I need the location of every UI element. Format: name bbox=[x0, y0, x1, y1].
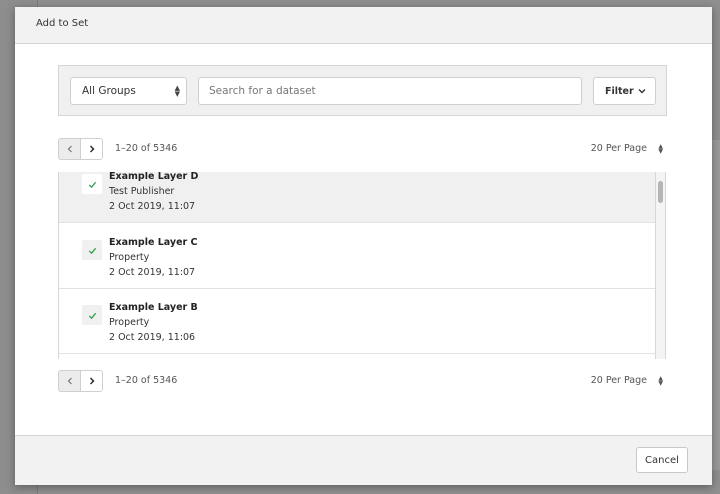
filter-button[interactable]: Filter bbox=[593, 77, 656, 105]
next-page-button[interactable] bbox=[80, 370, 103, 392]
dataset-date: 2 Oct 2019, 11:07 bbox=[109, 267, 196, 278]
filter-label: Filter bbox=[605, 86, 634, 97]
check-icon bbox=[88, 181, 96, 188]
search-panel: All Groups ▲▼ Filter bbox=[58, 65, 667, 116]
background-page-edge bbox=[712, 140, 720, 470]
chevron-right-icon bbox=[89, 377, 94, 385]
group-select[interactable]: All Groups ▲ ▼ bbox=[70, 77, 187, 105]
check-icon bbox=[88, 312, 96, 319]
dataset-name: Example Layer D bbox=[109, 172, 199, 182]
dataset-publisher: Property bbox=[109, 317, 150, 328]
dataset-publisher: Property bbox=[109, 252, 150, 263]
per-page-select[interactable]: 20 Per Page bbox=[591, 375, 647, 386]
dialog-header: Add to Set bbox=[15, 7, 712, 44]
dataset-search-input[interactable] bbox=[198, 77, 582, 105]
page-range: 1–20 of 5346 bbox=[115, 143, 178, 154]
prev-page-button[interactable] bbox=[58, 370, 81, 392]
dataset-checkbox[interactable] bbox=[82, 240, 102, 260]
cancel-button[interactable]: Cancel bbox=[636, 447, 688, 473]
add-to-set-dialog: Add to Set All Groups ▲▼ Filter 1–20 of … bbox=[15, 7, 712, 485]
sort-arrows-icon: ▲ ▼ bbox=[658, 375, 663, 387]
chevron-left-icon bbox=[67, 145, 72, 153]
chevron-right-icon bbox=[89, 145, 94, 153]
dataset-date: 2 Oct 2019, 11:06 bbox=[109, 332, 196, 343]
page-range: 1–20 of 5346 bbox=[115, 375, 178, 386]
dataset-date: 2 Oct 2019, 11:07 bbox=[109, 201, 196, 212]
list-item[interactable]: Example Layer C Property 2 Oct 2019, 11:… bbox=[59, 224, 655, 289]
per-page-select[interactable]: 20 Per Page bbox=[591, 143, 647, 154]
dataset-list: Example Layer D Test Publisher 2 Oct 201… bbox=[58, 172, 656, 359]
sort-arrows-icon: ▲ ▼ bbox=[174, 84, 180, 98]
group-select-value: All Groups bbox=[82, 85, 136, 97]
pagination-top: 1–20 of 5346 20 Per Page ▲ ▼ bbox=[58, 138, 667, 162]
list-item[interactable]: Example Layer B Property 2 Oct 2019, 11:… bbox=[59, 289, 655, 354]
scrollbar-thumb[interactable] bbox=[658, 181, 663, 203]
list-item[interactable]: Example Layer D Test Publisher 2 Oct 201… bbox=[59, 172, 655, 223]
dataset-checkbox[interactable] bbox=[82, 174, 102, 194]
chevron-left-icon bbox=[67, 377, 72, 385]
check-icon bbox=[88, 247, 96, 254]
dataset-checkbox[interactable] bbox=[82, 305, 102, 325]
pagination-bottom: 1–20 of 5346 20 Per Page ▲ ▼ bbox=[58, 370, 667, 394]
dataset-name: Example Layer B bbox=[109, 302, 198, 313]
dataset-publisher: Test Publisher bbox=[109, 186, 175, 197]
list-scrollbar[interactable] bbox=[656, 172, 666, 359]
dataset-name: Example Layer C bbox=[109, 237, 198, 248]
chevron-down-icon bbox=[638, 89, 646, 94]
dialog-footer: Cancel bbox=[15, 435, 712, 485]
sort-arrows-icon: ▲ ▼ bbox=[658, 143, 663, 155]
dialog-title: Add to Set bbox=[36, 18, 89, 29]
prev-page-button[interactable] bbox=[58, 138, 81, 160]
next-page-button[interactable] bbox=[80, 138, 103, 160]
